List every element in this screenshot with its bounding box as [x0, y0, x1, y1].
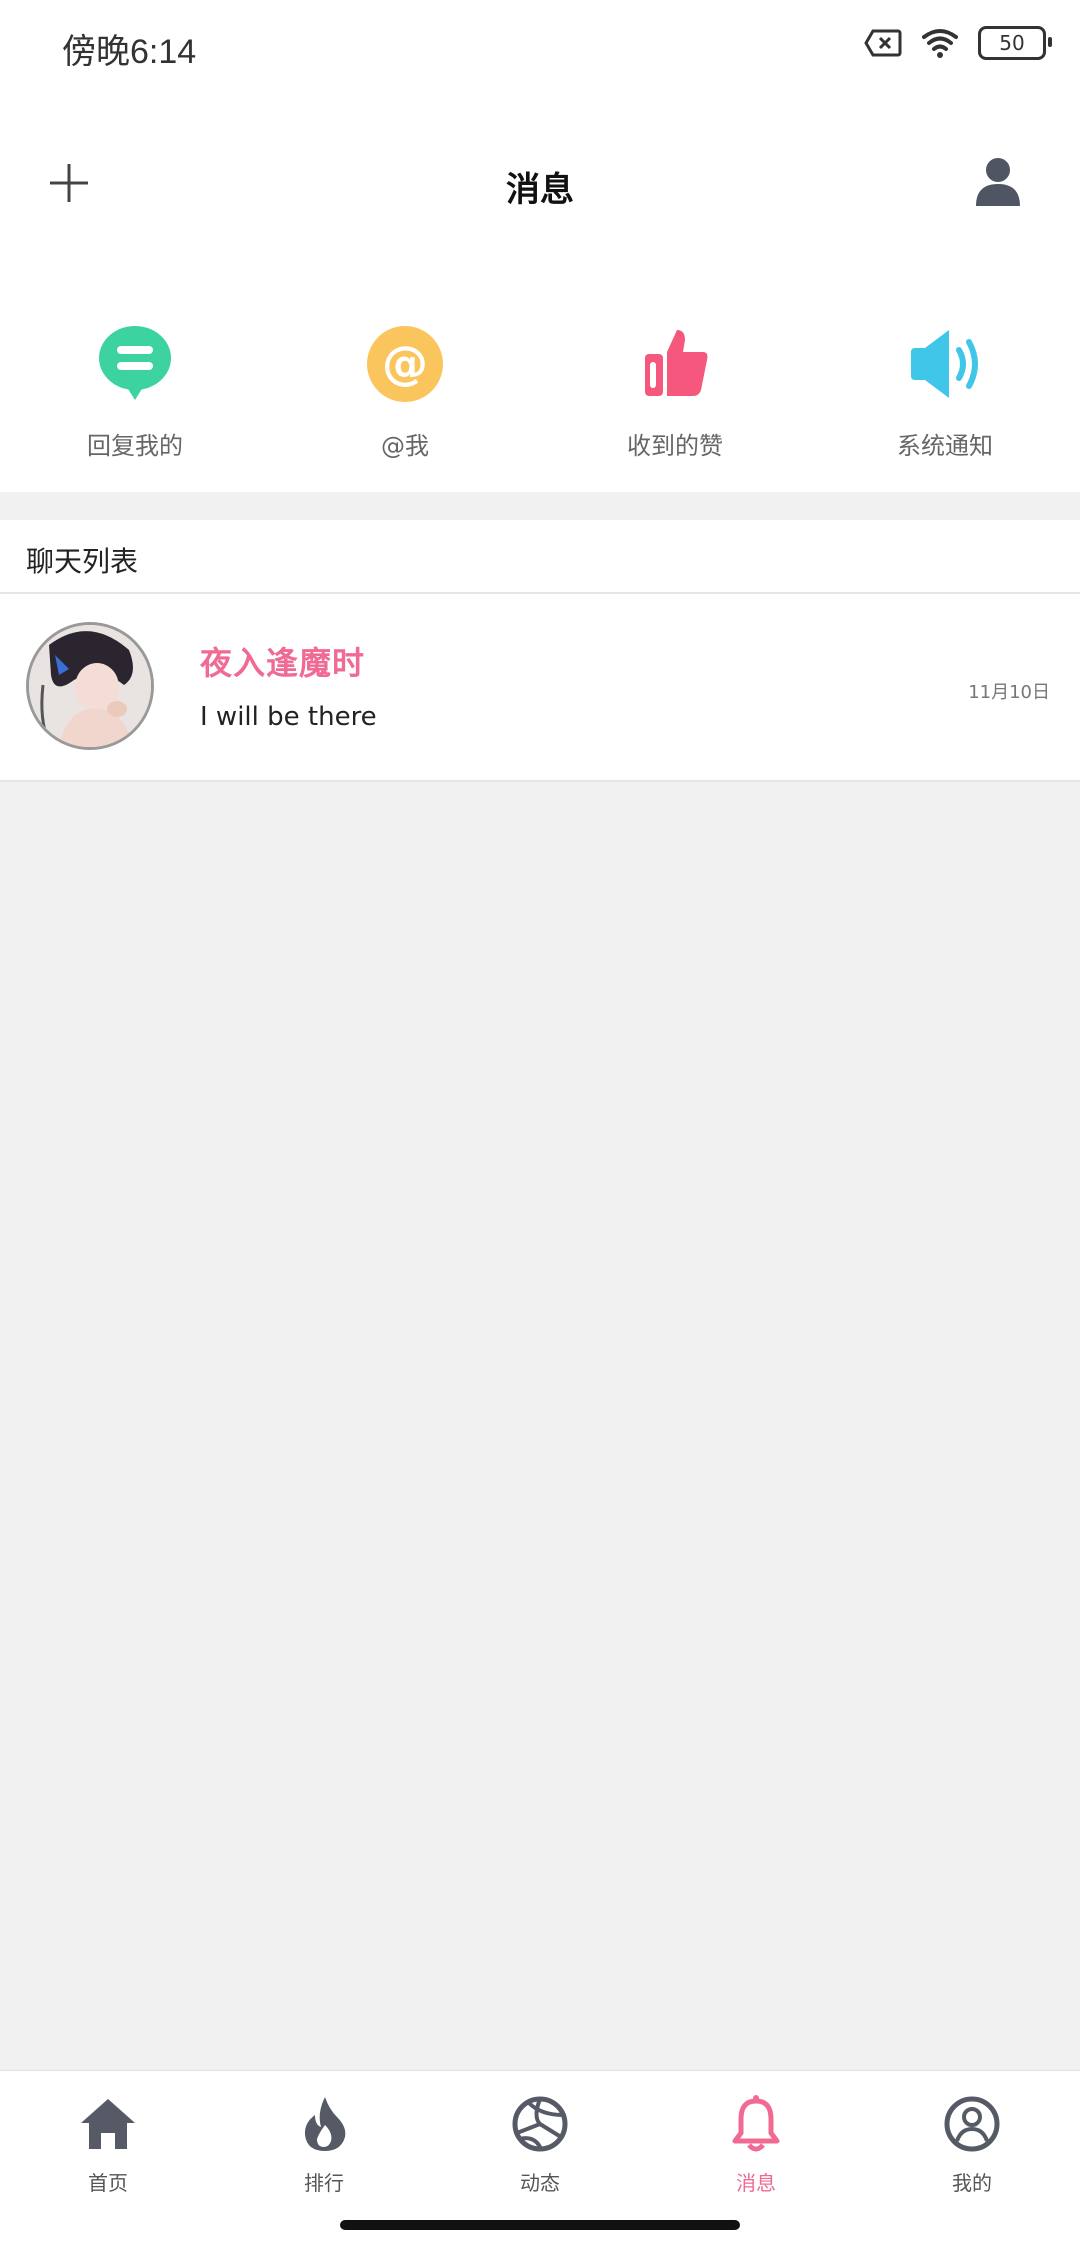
profile-icon[interactable] — [974, 156, 1022, 208]
reply-to-me-button[interactable]: 回复我的 — [0, 280, 270, 492]
app-header: 消息 — [0, 96, 1080, 280]
mention-me-label: @我 — [381, 432, 429, 460]
volleyball-icon — [512, 2096, 568, 2152]
thumbs-up-icon — [645, 330, 708, 396]
status-icons: 50 — [864, 26, 1052, 60]
battery-indicator: 50 — [978, 26, 1052, 60]
likes-received-label: 收到的赞 — [627, 432, 723, 460]
chat-list-header: 聊天列表 — [0, 520, 1080, 594]
likes-received-button[interactable]: 收到的赞 — [540, 280, 810, 492]
avatar[interactable] — [26, 622, 154, 750]
chat-list-title: 聊天列表 — [26, 545, 139, 578]
quick-actions: 回复我的 @ @我 收到的赞 系统通知 — [0, 280, 1080, 492]
mention-me-button[interactable]: @ @我 — [270, 280, 540, 492]
battery-level: 50 — [999, 31, 1025, 55]
nav-home[interactable]: 首页 — [0, 2071, 216, 2249]
status-bar: 傍晚6:14 50 — [0, 0, 1080, 96]
home-indicator[interactable] — [340, 2220, 740, 2230]
nav-home-label: 首页 — [88, 2171, 128, 2195]
user-circle-icon — [944, 2096, 1000, 2152]
sim-off-icon — [864, 29, 902, 57]
at-icon: @ — [367, 326, 443, 402]
home-icon — [81, 2099, 135, 2149]
svg-text:@: @ — [382, 336, 428, 390]
wifi-icon — [922, 29, 958, 58]
chat-last-message: I will be there — [200, 702, 377, 732]
speaker-icon — [911, 330, 978, 398]
chat-date: 11月10日 — [968, 682, 1050, 703]
avatar-image — [29, 625, 151, 747]
page-title: 消息 — [506, 170, 574, 210]
status-time: 傍晚6:14 — [62, 33, 197, 71]
nav-mine-label: 我的 — [952, 2171, 992, 2195]
nav-ranking-label: 排行 — [304, 2171, 344, 2195]
bell-icon — [732, 2095, 780, 2152]
chat-contact-name: 夜入逢魔时 — [200, 644, 366, 682]
system-notice-button[interactable]: 系统通知 — [810, 280, 1080, 492]
flame-icon — [304, 2097, 346, 2151]
chat-list-item[interactable]: 夜入逢魔时 I will be there 11月10日 — [0, 594, 1080, 782]
reply-bubble-icon — [99, 326, 171, 400]
nav-mine[interactable]: 我的 — [864, 2071, 1080, 2249]
reply-to-me-label: 回复我的 — [87, 432, 183, 460]
nav-messages-label: 消息 — [736, 2171, 776, 2195]
nav-feed-label: 动态 — [520, 2171, 560, 2195]
system-notice-label: 系统通知 — [897, 432, 993, 460]
